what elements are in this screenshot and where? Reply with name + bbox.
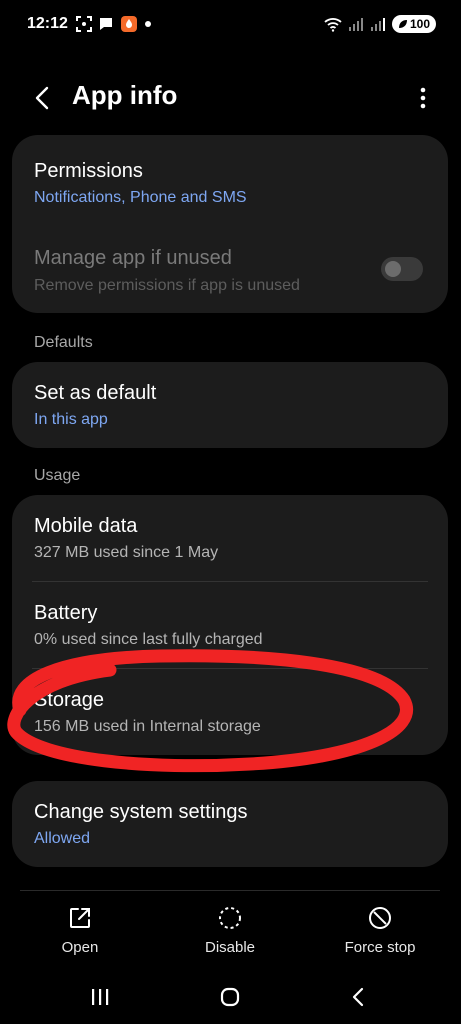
home-button[interactable] <box>210 982 250 1012</box>
app-notification-icon <box>121 16 137 32</box>
storage-subtitle: 156 MB used in Internal storage <box>34 718 261 735</box>
bottom-divider <box>20 890 440 891</box>
set-default-row[interactable]: Set as default In this app <box>12 362 448 448</box>
nav-back-button[interactable] <box>338 982 378 1012</box>
manage-unused-subtitle: Remove permissions if app is unused <box>34 277 300 294</box>
signal-icon-2 <box>370 18 385 31</box>
dot-icon <box>145 21 151 27</box>
signal-icon <box>348 18 363 31</box>
disable-button[interactable]: Disable <box>170 895 290 965</box>
battery-leaf-icon <box>398 20 407 28</box>
manage-unused-row[interactable]: Manage app if unused Remove permissions … <box>12 235 448 313</box>
mobile-data-subtitle: 327 MB used since 1 May <box>34 544 219 561</box>
battery-level: 100 <box>409 17 430 31</box>
screenshot-icon <box>76 16 92 32</box>
notification-icons <box>76 14 152 34</box>
status-time: 12:12 <box>27 15 68 32</box>
page-title: App info <box>72 80 178 110</box>
permissions-subtitle: Notifications, Phone and SMS <box>34 189 247 206</box>
storage-title: Storage <box>34 689 105 711</box>
manage-unused-toggle[interactable] <box>381 257 423 281</box>
force-stop-button[interactable]: Force stop <box>320 895 440 965</box>
more-options-button[interactable] <box>411 80 435 116</box>
disable-label: Disable <box>204 939 256 956</box>
section-label-defaults: Defaults <box>34 334 93 351</box>
set-default-subtitle: In this app <box>34 411 108 428</box>
recent-apps-button[interactable] <box>80 982 120 1012</box>
permissions-row[interactable]: Permissions Notifications, Phone and SMS <box>12 135 448 223</box>
change-settings-title: Change system settings <box>34 801 248 823</box>
change-settings-card: Change system settings Allowed <box>12 781 448 867</box>
battery-subtitle: 0% used since last fully charged <box>34 631 263 648</box>
app-bar: App info <box>0 70 461 126</box>
wifi-icon <box>324 18 342 32</box>
force-stop-label: Force stop <box>344 939 416 956</box>
change-settings-subtitle: Allowed <box>34 830 91 847</box>
disable-icon <box>219 907 241 929</box>
mobile-data-title: Mobile data <box>34 515 138 537</box>
battery-indicator: 100 <box>391 15 436 33</box>
recent-apps-icon <box>92 989 109 1005</box>
section-label-usage: Usage <box>34 467 81 484</box>
bottom-actions: Open Disable Force stop <box>0 895 461 965</box>
mobile-data-row[interactable]: Mobile data 327 MB used since 1 May <box>12 495 448 581</box>
defaults-card: Set as default In this app <box>12 362 448 448</box>
permissions-card: Permissions Notifications, Phone and SMS… <box>12 135 448 313</box>
open-label: Open <box>61 939 99 956</box>
back-button[interactable] <box>26 78 58 118</box>
force-stop-icon <box>369 907 391 929</box>
open-button[interactable]: Open <box>20 895 140 965</box>
navigation-bar <box>0 970 461 1024</box>
toggle-knob <box>385 261 401 277</box>
storage-row[interactable]: Storage 156 MB used in Internal storage <box>12 669 448 755</box>
chat-icon <box>100 18 112 30</box>
system-icons: 100 <box>324 14 436 34</box>
set-default-title: Set as default <box>34 382 157 404</box>
home-icon <box>220 987 240 1007</box>
battery-title: Battery <box>34 602 98 624</box>
usage-card: Mobile data 327 MB used since 1 May Batt… <box>12 495 448 755</box>
permissions-title: Permissions <box>34 160 143 182</box>
battery-row[interactable]: Battery 0% used since last fully charged <box>12 582 448 668</box>
back-arrow-icon <box>35 86 49 110</box>
more-vert-icon <box>420 87 426 109</box>
manage-unused-title: Manage app if unused <box>34 247 232 269</box>
nav-back-icon <box>352 987 364 1007</box>
status-bar: 12:12 100 <box>0 0 461 50</box>
change-settings-row[interactable]: Change system settings Allowed <box>12 781 448 867</box>
open-external-icon <box>70 908 90 928</box>
